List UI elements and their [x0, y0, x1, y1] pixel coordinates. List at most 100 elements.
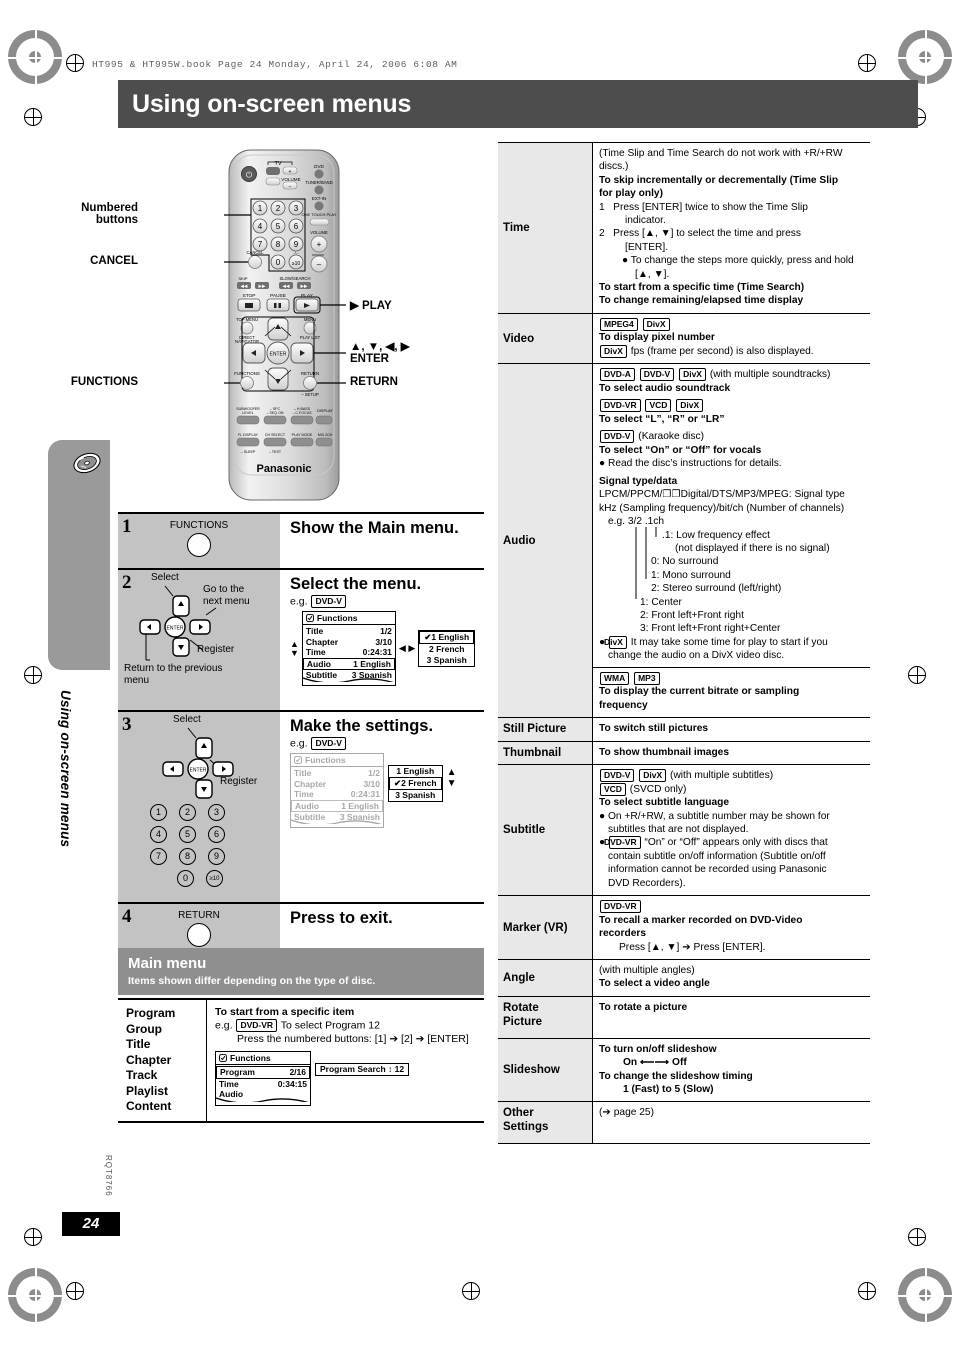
osd-row-selected[interactable]: Audio 1 English: [302, 657, 395, 670]
signal-line-1: LPCM/PPCM/❐❐Digital/DTS/MP3/MPEG: Signal…: [599, 489, 845, 501]
main-menu-item: Track: [126, 1068, 158, 1082]
choice-item[interactable]: 3 Spanish: [389, 790, 442, 801]
feature-desc-cell: DVD-VR To recall a marker recorded on DV…: [593, 896, 870, 959]
numpad-key-0[interactable]: 0: [177, 870, 194, 887]
disc-tag-vcd: VCD: [645, 399, 672, 413]
audio-block-2: DVD-VR VCD DivX To select “L”, “R” or “L…: [599, 399, 865, 426]
page-number: 24: [62, 1212, 120, 1236]
osd-row-label: Audio: [306, 658, 331, 669]
disc-tag-divx: DivX: [679, 368, 706, 382]
svg-text:1: 1: [258, 204, 263, 213]
registration-mark-mid-left: [24, 666, 42, 684]
main-menu-side-box: Program Search ↕ 12: [315, 1063, 410, 1076]
numpad-key-1[interactable]: 1: [150, 804, 167, 821]
feature-row-marker-vr: Marker (VR) DVD-VR To recall a marker re…: [498, 896, 870, 960]
svg-text:FUNCTIONS: FUNCTIONS: [234, 371, 260, 376]
step-2-eg-prefix: e.g.: [290, 595, 308, 608]
numpad-key-8[interactable]: 8: [179, 848, 196, 865]
registration-mark-top-left: [66, 54, 84, 72]
functions-button-icon: [187, 533, 211, 557]
rotate-picture-line: To rotate a picture: [599, 1001, 688, 1013]
disc-tag-dvd-vr: DVD-VR: [600, 900, 641, 914]
feature-row-time: Time (Time Slip and Time Search do not w…: [498, 143, 870, 314]
rotate-picture-line1: Rotate: [503, 1001, 539, 1014]
choice-item[interactable]: 2 French: [419, 644, 474, 655]
svg-text:–: –: [317, 260, 322, 269]
main-menu-heading: Main menu: [128, 955, 207, 972]
disc-tag-mp3: MP3: [634, 671, 660, 685]
step-2-choice-list: ✔1 English 2 French 3 Spanish: [418, 630, 476, 667]
step-2-register-label: Register: [197, 644, 235, 655]
callout-play: ▶ PLAY: [350, 300, 392, 312]
time-line-6: indicator.: [625, 215, 666, 227]
step-1-illustration: 1 FUNCTIONS: [118, 514, 280, 568]
numpad-key-2[interactable]: 2: [179, 804, 196, 821]
corner-ornament-bottom-right: [898, 1268, 952, 1322]
marker-bold-line1: To recall a marker recorded on DVD-Video: [599, 914, 803, 926]
svg-text:DVD: DVD: [314, 164, 324, 169]
registration-mark-top-right: [858, 54, 876, 72]
choice-item[interactable]: 3 Spanish: [419, 655, 474, 666]
main-menu-osd-panel: Functions Program 2/16 Time 0:34:15 Audio: [215, 1051, 311, 1106]
step-2-previous-menu-line2: menu: [124, 675, 150, 686]
audio-wma-mp3-block: WMA MP3 To display the current bitrate o…: [593, 666, 870, 712]
osd-row-value: 0:24:31: [362, 647, 392, 657]
svg-text:SKIP: SKIP: [238, 276, 247, 281]
svg-text:TOP MENU: TOP MENU: [236, 317, 258, 322]
numpad-key-4[interactable]: 4: [150, 826, 167, 843]
step-2-title: Select the menu.: [290, 575, 422, 593]
audio-block-1-bold: To select audio soundtrack: [599, 383, 731, 395]
disc-tag-dvd-v: DVD-V: [600, 768, 635, 782]
numpad-key-over10[interactable]: ≥10: [206, 870, 223, 887]
feature-name-angle: Angle: [503, 971, 535, 984]
step-3-osd-header: Functions: [291, 754, 383, 767]
svg-text:ONE TOUCH PLAY: ONE TOUCH PLAY: [302, 212, 337, 217]
osd-row-value: 3 Spanish: [339, 812, 380, 820]
registration-mark-bottom-right: [858, 1282, 876, 1300]
feature-desc-cell: To switch still pictures: [593, 718, 870, 740]
document-code: RQT8766: [104, 1155, 113, 1197]
numpad-key-3[interactable]: 3: [208, 804, 225, 821]
osd-row-label: Time: [294, 789, 314, 799]
feature-row-slideshow: Slideshow To turn on/off slideshow On ⟵⟶…: [498, 1038, 870, 1103]
feature-row-thumbnail: Thumbnail To show thumbnail images: [498, 741, 870, 765]
osd-row-label: Time: [219, 1078, 239, 1089]
svg-text:2: 2: [276, 204, 281, 213]
feature-label-cell: Subtitle: [498, 764, 593, 896]
feature-label-cell: Still Picture: [498, 718, 593, 741]
angle-line-1: (with multiple angles): [599, 965, 695, 976]
disc-tag-mpeg4: MPEG4: [600, 317, 638, 331]
choice-item[interactable]: 1 English: [389, 766, 442, 777]
osd-row-value: 0:24:31: [350, 789, 380, 799]
remote-control-illustration: ⏻ TV + TV/AV VOLUME – DVD TUNER/BAND EXT…: [71, 140, 495, 510]
audio-divx-note-line2: change the audio on a DivX video disc.: [608, 650, 785, 662]
numpad-key-6[interactable]: 6: [208, 826, 225, 843]
numpad-key-7[interactable]: 7: [150, 848, 167, 865]
marker-tags: DVD-VR: [599, 900, 865, 914]
time-line-1: (Time Slip and Time Search do not work w…: [599, 148, 843, 159]
main-menu-subheading: Items shown differ depending on the type…: [128, 975, 376, 987]
feature-row-video: Video MPEG4 DivX To display pixel number…: [498, 313, 870, 365]
osd-row-selected[interactable]: Program 2/16: [216, 1066, 310, 1079]
main-menu-header: Main menu Items shown differ depending o…: [118, 948, 484, 995]
svg-text:▶▶: ▶▶: [259, 284, 266, 289]
step-4-title: Press to exit.: [290, 909, 393, 927]
choice-item-selected[interactable]: ✔2 French: [389, 777, 442, 790]
other-settings-link[interactable]: (➔ page 25): [599, 1106, 865, 1119]
main-menu-osd-header-label: Functions: [230, 1053, 271, 1063]
step-3-eg-prefix: e.g.: [290, 737, 308, 750]
numpad-key-5[interactable]: 5: [179, 826, 196, 843]
choice-item-selected[interactable]: ✔1 English: [419, 631, 475, 644]
svg-text:◀◀: ◀◀: [283, 284, 290, 289]
svg-text:RETURN: RETURN: [301, 371, 319, 376]
step-2-scroll-arrows: ▲ ▼: [290, 638, 299, 658]
disc-tag-divx: DivX: [639, 768, 667, 782]
disc-icon: [73, 452, 101, 474]
osd-row-value: 1 English: [353, 658, 391, 669]
marker-press-line: Press [▲, ▼] ➔ Press [ENTER].: [619, 941, 766, 953]
osd-row: Audio 1 English: [291, 799, 383, 812]
return-button-icon: [187, 923, 211, 947]
svg-text:8: 8: [276, 240, 281, 249]
numpad-key-9[interactable]: 9: [208, 848, 225, 865]
corner-ornament-bottom-left: [8, 1268, 62, 1322]
